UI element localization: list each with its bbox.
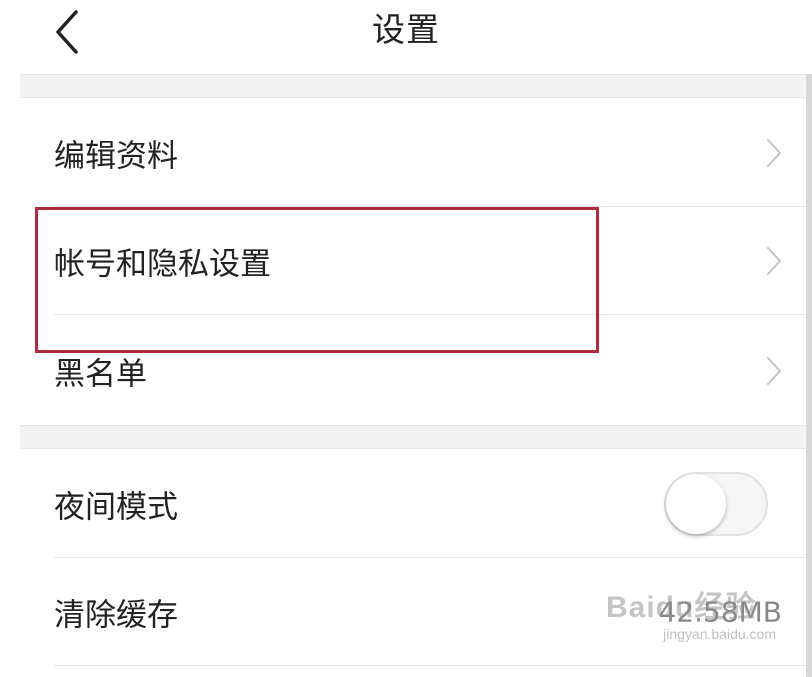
list-item-label: 编辑资料 bbox=[54, 138, 178, 175]
chevron-right-icon bbox=[764, 244, 784, 278]
row-divider bbox=[54, 314, 812, 315]
header-bar: 设置 bbox=[0, 0, 812, 72]
list-item-label: 夜间模式 bbox=[54, 489, 178, 526]
toggle-knob bbox=[666, 474, 726, 534]
list-item-label: 黑名单 bbox=[54, 356, 147, 393]
list-item-label: 清除缓存 bbox=[54, 597, 178, 634]
settings-screen: 设置 编辑资料 帐号和隐私设置 黑名单 夜间模式 清除缓存 42.58MB Ba… bbox=[0, 0, 812, 677]
chevron-right-icon bbox=[764, 354, 784, 388]
page-title: 设置 bbox=[372, 10, 440, 49]
night-mode-toggle[interactable] bbox=[664, 472, 768, 536]
section-separator bbox=[20, 425, 812, 449]
list-item-account-privacy[interactable]: 帐号和隐私设置 bbox=[20, 207, 812, 315]
list-item-night-mode: 夜间模式 bbox=[20, 450, 812, 558]
section-separator bbox=[20, 74, 812, 98]
chevron-right-icon bbox=[764, 136, 784, 170]
scrollbar[interactable] bbox=[806, 74, 812, 677]
list-item-label: 帐号和隐私设置 bbox=[54, 246, 271, 283]
list-item-edit-profile[interactable]: 编辑资料 bbox=[20, 99, 812, 207]
list-item-partial bbox=[20, 666, 812, 677]
cache-size-value: 42.58MB bbox=[658, 595, 782, 629]
list-item-blacklist[interactable]: 黑名单 bbox=[20, 317, 812, 425]
list-item-clear-cache[interactable]: 清除缓存 42.58MB bbox=[20, 558, 812, 666]
